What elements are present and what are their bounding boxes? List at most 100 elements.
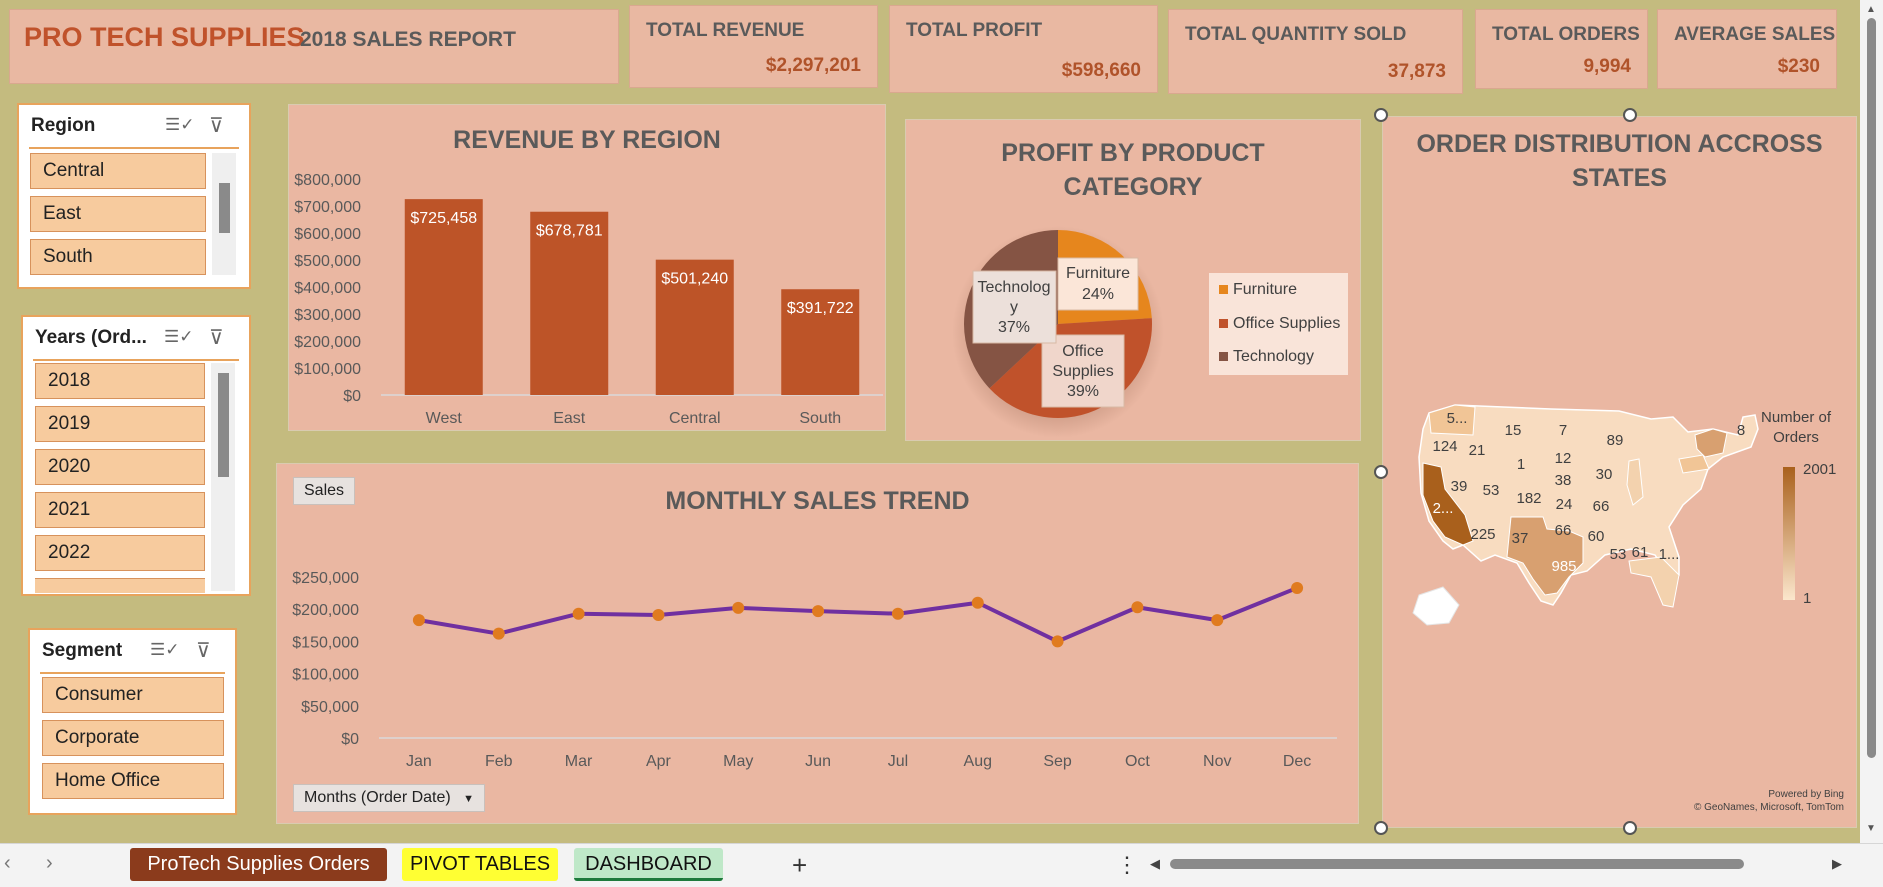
kpi-title: TOTAL REVENUE — [646, 20, 805, 41]
sales-marker[interactable] — [1291, 581, 1304, 594]
map-data-label: 985 — [1551, 558, 1576, 575]
slicer-item-south[interactable]: South — [30, 239, 206, 275]
map-data-label: 38 — [1555, 472, 1572, 489]
scrollbar-thumb[interactable] — [1170, 859, 1744, 869]
us-states — [1412, 404, 1759, 626]
sales-marker[interactable] — [412, 614, 425, 627]
scroll-up-icon[interactable]: ▲ — [1866, 4, 1876, 15]
selection-handle[interactable] — [1374, 465, 1388, 479]
slicer-divider — [29, 147, 239, 149]
x-tick-label: West — [426, 410, 463, 427]
next-sheet-icon[interactable]: › — [46, 852, 53, 875]
x-tick-label: Jul — [888, 753, 908, 770]
scrollbar-thumb[interactable] — [1867, 18, 1876, 758]
more-options-icon[interactable]: ⋮ — [1116, 852, 1138, 878]
bar-value-label: $678,781 — [536, 223, 603, 240]
horizontal-scrollbar[interactable]: ◀ ▶ — [1148, 855, 1848, 873]
clear-filter-icon[interactable]: ⊽ — [209, 325, 224, 350]
sales-marker[interactable] — [971, 596, 984, 609]
sales-marker[interactable] — [1211, 614, 1224, 627]
pie-label-office: Office Supplies 39% — [1041, 334, 1125, 408]
sales-marker[interactable] — [1131, 601, 1144, 614]
map-data-label: 66 — [1555, 522, 1572, 539]
sales-marker[interactable] — [572, 607, 585, 620]
slicer-item-home-office[interactable]: Home Office — [42, 763, 224, 799]
y-tick-label: $200,000 — [292, 602, 359, 619]
y-tick-label: $100,000 — [292, 667, 359, 684]
multi-select-icon[interactable]: ☰✓ — [150, 640, 179, 660]
slicer-item-east[interactable]: East — [30, 196, 206, 232]
multi-select-icon[interactable]: ☰✓ — [164, 327, 193, 347]
clear-filter-icon[interactable]: ⊽ — [196, 638, 211, 663]
selection-handle[interactable] — [1623, 821, 1637, 835]
slicer-item-2018[interactable]: 2018 — [35, 363, 205, 399]
y-tick-label: $200,000 — [294, 334, 361, 351]
segment-slicer[interactable]: Segment ☰✓ ⊽ Consumer Corporate Home Off… — [28, 628, 237, 815]
selection-handle[interactable] — [1374, 108, 1388, 122]
sales-marker[interactable] — [732, 601, 745, 614]
vertical-scrollbar[interactable]: ▲ ▼ — [1860, 0, 1883, 843]
months-axis-button[interactable]: Months (Order Date) ▼ — [293, 784, 486, 812]
selection-handle[interactable] — [1623, 108, 1637, 122]
slicer-item-2021[interactable]: 2021 — [35, 492, 205, 528]
y-tick-label: $800,000 — [294, 172, 361, 189]
kpi-total-orders: TOTAL ORDERS 9,994 — [1475, 9, 1648, 89]
slicer-title: Years (Ord... — [35, 327, 147, 348]
sales-marker[interactable] — [652, 608, 665, 621]
clear-filter-icon[interactable]: ⊽ — [209, 113, 224, 138]
monthly-sales-trend-chart[interactable]: Sales MONTHLY SALES TREND $250,000 $200,0… — [276, 463, 1359, 824]
map-data-label: 225 — [1470, 526, 1495, 543]
slicer-title: Segment — [42, 640, 123, 661]
slicer-item-2020[interactable]: 2020 — [35, 449, 205, 485]
x-tick-label: Nov — [1203, 753, 1231, 770]
revenue-by-region-chart[interactable]: REVENUE BY REGION $800,000 $700,000 $600,0… — [288, 104, 886, 431]
add-sheet-button[interactable]: + — [792, 850, 807, 881]
prev-sheet-icon[interactable]: ‹ — [4, 852, 11, 875]
legend-office-supplies: Office Supplies — [1233, 315, 1340, 332]
kpi-value: $230 — [1777, 56, 1820, 77]
brand-title: PRO TECH SUPPLIES — [24, 22, 305, 52]
x-tick-label: May — [723, 753, 753, 770]
map-data-label: 66 — [1593, 498, 1610, 515]
scrollbar-thumb[interactable] — [219, 183, 230, 233]
profit-pie-svg: Furniture 24% Office Supplies 39% Techno… — [952, 226, 1348, 438]
profit-by-category-chart[interactable]: PROFIT BY PRODUCT CATEGORY Furniture 24%… — [905, 119, 1361, 441]
slicer-scrollbar[interactable] — [212, 153, 236, 275]
sales-marker[interactable] — [492, 627, 505, 640]
years-slicer[interactable]: Years (Ord... ☰✓ ⊽ 2018 2019 2020 2021 2… — [21, 315, 251, 596]
map-legend-gradient — [1783, 467, 1795, 600]
tab-dashboard[interactable]: DASHBOARD — [574, 848, 723, 881]
slicer-item-consumer[interactable]: Consumer — [42, 677, 224, 713]
x-tick-label: Jan — [406, 753, 432, 770]
kpi-total-profit: TOTAL PROFIT $598,660 — [889, 5, 1158, 93]
tab-protech-supplies-orders[interactable]: ProTech Supplies Orders — [130, 848, 387, 881]
slicer-divider — [33, 359, 239, 361]
sales-marker[interactable] — [891, 607, 904, 620]
kpi-total-quantity: TOTAL QUANTITY SOLD 37,873 — [1168, 9, 1463, 94]
scroll-right-icon[interactable]: ▶ — [1832, 856, 1842, 872]
map-data-label: 37 — [1512, 530, 1529, 547]
multi-select-icon[interactable]: ☰✓ — [165, 115, 194, 135]
x-tick-label: Dec — [1283, 753, 1311, 770]
scroll-left-icon[interactable]: ◀ — [1150, 856, 1160, 872]
sales-marker[interactable] — [812, 605, 825, 618]
sales-line[interactable] — [418, 586, 1298, 644]
slicer-item-partial[interactable] — [35, 578, 205, 593]
slicer-item-2022[interactable]: 2022 — [35, 535, 205, 571]
slicer-item-corporate[interactable]: Corporate — [42, 720, 224, 756]
order-distribution-map[interactable]: ORDER DISTRIBUTION ACCROSS STATES 5... 15… — [1382, 116, 1857, 828]
pie-label-name: Office — [1062, 343, 1104, 360]
selection-handle[interactable] — [1374, 821, 1388, 835]
scrollbar-thumb[interactable] — [218, 373, 229, 477]
slicer-item-central[interactable]: Central — [30, 153, 206, 189]
scroll-down-icon[interactable]: ▼ — [1866, 823, 1876, 834]
region-slicer[interactable]: Region ☰✓ ⊽ Central East South — [17, 103, 251, 289]
slicer-item-2019[interactable]: 2019 — [35, 406, 205, 442]
sales-marker[interactable] — [1051, 635, 1064, 648]
slicer-scrollbar[interactable] — [211, 363, 235, 591]
pie-label-pct: 37% — [998, 319, 1030, 336]
y-tick-label: $300,000 — [294, 307, 361, 324]
map-data-label: 53 — [1483, 482, 1500, 499]
tab-pivot-tables[interactable]: PIVOT TABLES — [402, 848, 558, 881]
bar[interactable] — [404, 199, 483, 395]
